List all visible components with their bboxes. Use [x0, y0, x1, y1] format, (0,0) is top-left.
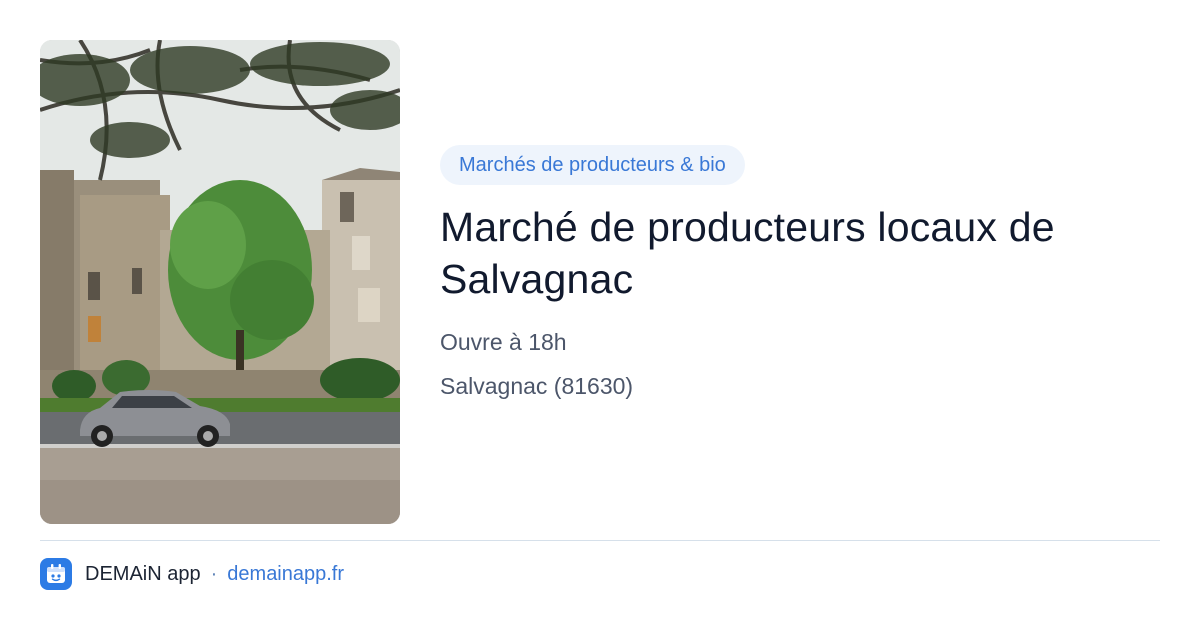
footer-divider: [40, 540, 1160, 541]
category-badge[interactable]: Marchés de producteurs & bio: [440, 145, 745, 185]
event-info: Marchés de producteurs & bio Marché de p…: [440, 145, 1160, 415]
domain-link[interactable]: demainapp.fr: [227, 563, 344, 586]
event-title: Marché de producteurs locaux de Salvagna…: [440, 204, 1055, 302]
demain-app-logo-icon: [40, 558, 72, 590]
footer: DEMAiN app · demainapp.fr: [40, 558, 344, 590]
event-photo: [40, 40, 400, 524]
opening-hours: Ouvre à 18h: [440, 329, 567, 355]
app-name: DEMAiN app: [85, 562, 201, 585]
event-location: Salvagnac (81630): [440, 373, 634, 399]
footer-separator: ·: [210, 562, 218, 585]
